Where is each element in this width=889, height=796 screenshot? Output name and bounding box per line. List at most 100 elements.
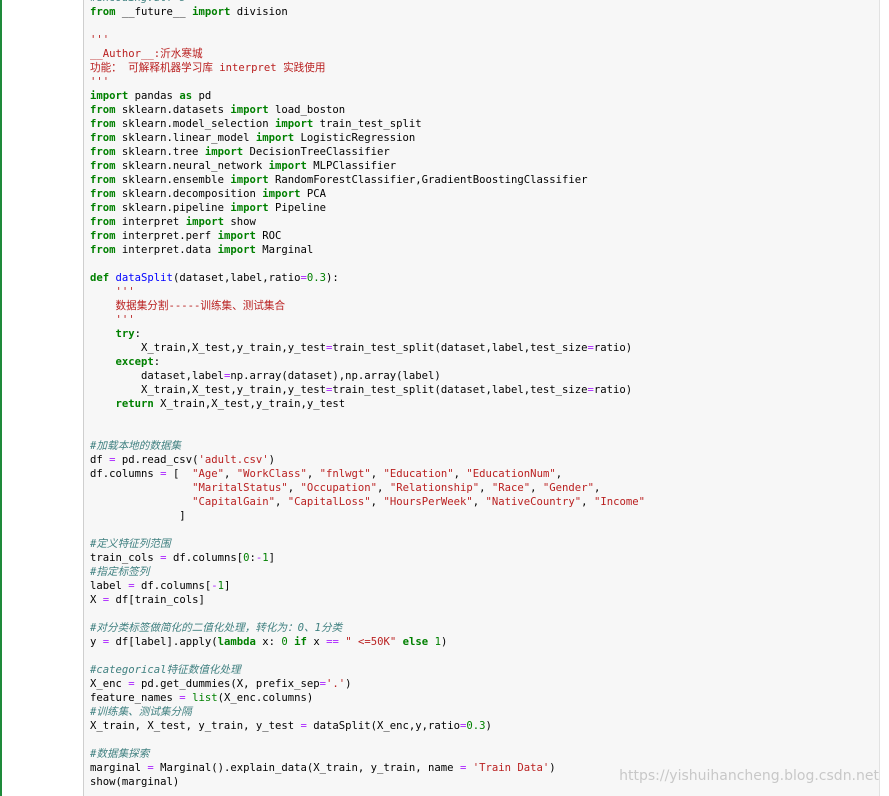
code-token-code-text: , — [472, 496, 486, 508]
code-line: ''' — [90, 33, 645, 47]
code-token-keyword: from — [90, 244, 116, 256]
code-token-function-name: dataSplit — [115, 272, 173, 284]
code-token-keyword: import — [274, 118, 314, 130]
code-token-code-text: X_train, X_test, y_train, y_test — [90, 720, 301, 732]
code-token-code-text: ROC — [255, 230, 282, 242]
code-line: feature_names = list(X_enc.columns) — [90, 691, 645, 705]
code-token-code-text: , — [593, 482, 601, 494]
code-token-code-text: X_train,X_test,y_train,y_test — [90, 342, 326, 354]
code-line: train_cols = df.columns[0:-1] — [90, 551, 645, 565]
code-line: X_train, X_test, y_train, y_test = dataS… — [90, 719, 645, 733]
code-token-code-text: : — [134, 328, 142, 340]
code-token-code-text: X_train,X_test,y_train,y_test — [153, 398, 346, 410]
code-token-code-text: x: — [255, 636, 282, 648]
code-line: X = df[train_cols] — [90, 593, 645, 607]
code-token-code-text: X_train,X_test,y_train,y_test — [90, 384, 326, 396]
code-token-code-text: df.columns[ — [134, 580, 212, 592]
code-token-keyword: from — [90, 160, 116, 172]
code-token-code-text — [90, 356, 116, 368]
code-token-code-text: marginal — [90, 762, 148, 774]
code-token-string: '.' — [326, 678, 346, 690]
code-line: #categorical特征数值化处理 — [90, 663, 645, 677]
page-scrollbar[interactable] — [879, 0, 889, 796]
code-token-keyword: as — [179, 90, 193, 102]
code-token-code-text: dataSplit(X_enc,y,ratio — [306, 720, 460, 732]
watermark: https://yishuihancheng.blog.csdn.net — [619, 768, 879, 784]
code-token-string: "MaritalStatus" — [192, 482, 288, 494]
code-line: 数据集分割-----训练集、测试集合 — [90, 299, 645, 313]
code-token-operator: == — [326, 636, 339, 648]
code-line: except: — [90, 355, 645, 369]
code-line: ''' — [90, 285, 645, 299]
code-token-keyword: import — [185, 216, 224, 228]
code-token-code-text: RandomForestClassifier,GradientBoostingC… — [268, 174, 588, 186]
code-editor[interactable]: #encoding:utf-8from __future__ import di… — [83, 0, 882, 796]
code-token-string: " <=50K" — [345, 636, 397, 648]
code-token-keyword: import — [262, 188, 301, 200]
code-token-code-text: DecisionTreeClassifier — [243, 146, 390, 158]
code-token-keyword: import — [230, 104, 269, 116]
code-line: ​ — [90, 607, 645, 621]
code-token-code-text: sklearn.tree — [115, 146, 205, 158]
code-token-code-text: df[label].apply( — [109, 636, 218, 648]
code-token-keyword: from — [90, 146, 116, 158]
code-token-code-text: , — [223, 468, 237, 480]
code-token-string: "WorkClass" — [236, 468, 307, 480]
code-line: __Author__:沂水寒城 — [90, 47, 645, 61]
code-token-code-text: sklearn.model_selection — [115, 118, 275, 130]
code-token-keyword: except — [115, 356, 154, 368]
code-token-code-text: , — [377, 482, 390, 494]
code-token-code-text: LogisticRegression — [294, 132, 416, 144]
code-token-string: "Education" — [383, 468, 454, 480]
code-token-string: "HoursPerWeek" — [383, 496, 473, 508]
code-token-code-text: df[train_cols] — [109, 594, 205, 606]
code-token-code-text: sklearn.linear_model — [115, 132, 256, 144]
code-token-code-text — [90, 314, 116, 326]
code-token-code-text: ) — [440, 636, 448, 648]
code-line: X_enc = pd.get_dummies(X, prefix_sep='.'… — [90, 677, 645, 691]
code-token-code-text: dataset,label — [90, 370, 224, 382]
code-token-code-text: , — [370, 468, 384, 480]
code-token-code-text: train_test_split(dataset,label,test_size — [332, 384, 588, 396]
code-line: def dataSplit(dataset,label,ratio=0.3): — [90, 271, 645, 285]
code-token-keyword: import — [230, 202, 269, 214]
code-token-string: "CapitalLoss" — [287, 496, 371, 508]
notebook-code-cell[interactable]: #encoding:utf-8from __future__ import di… — [0, 0, 882, 796]
code-token-code-text: ratio) — [593, 342, 633, 354]
code-token-string: "Age" — [192, 468, 224, 480]
code-line: #加载本地的数据集 — [90, 439, 645, 453]
code-token-keyword: def — [90, 272, 110, 284]
code-token-code-text: ratio) — [593, 384, 633, 396]
code-token-keyword: if — [294, 636, 307, 648]
code-token-code-text: df.columns[ — [166, 552, 244, 564]
code-line: ​ — [90, 257, 645, 271]
code-token-string: "EducationNum" — [466, 468, 556, 480]
code-token-code-text: ): — [326, 272, 339, 284]
code-token-code-text — [90, 286, 116, 298]
code-token-string: "Income" — [593, 496, 645, 508]
code-token-string: ''' — [115, 286, 135, 298]
code-token-code-text: ) — [345, 678, 352, 690]
code-token-keyword: import — [217, 230, 256, 242]
code-token-code-text — [90, 328, 116, 340]
code-line: ​ — [90, 411, 645, 425]
code-token-string: 'adult.csv' — [198, 454, 269, 466]
code-line: dataset,label=np.array(dataset),np.array… — [90, 369, 645, 383]
code-token-keyword: from — [90, 174, 116, 186]
code-line: #指定标签列 — [90, 565, 645, 579]
code-line: import pandas as pd — [90, 89, 645, 103]
code-token-code-text: label — [90, 580, 129, 592]
code-block[interactable]: #encoding:utf-8from __future__ import di… — [90, 0, 645, 789]
code-token-code-text: , — [370, 496, 384, 508]
code-token-code-text: interpret — [115, 216, 186, 228]
code-token-keyword: import — [255, 132, 295, 144]
code-token-builtin: list — [192, 692, 218, 704]
code-token-string: 数据集分割-----训练集、测试集合 — [115, 300, 286, 312]
code-line: #定义特征列范围 — [90, 537, 645, 551]
code-token-code-text: , — [479, 482, 492, 494]
code-token-code-text: ) — [485, 720, 492, 732]
code-token-code-text: interpret.data — [115, 244, 218, 256]
code-token-keyword: from — [90, 230, 116, 242]
code-line: 功能： 可解释机器学习库 interpret 实践使用 — [90, 61, 645, 75]
code-token-comment: #训练集、测试集分隔 — [90, 706, 192, 718]
